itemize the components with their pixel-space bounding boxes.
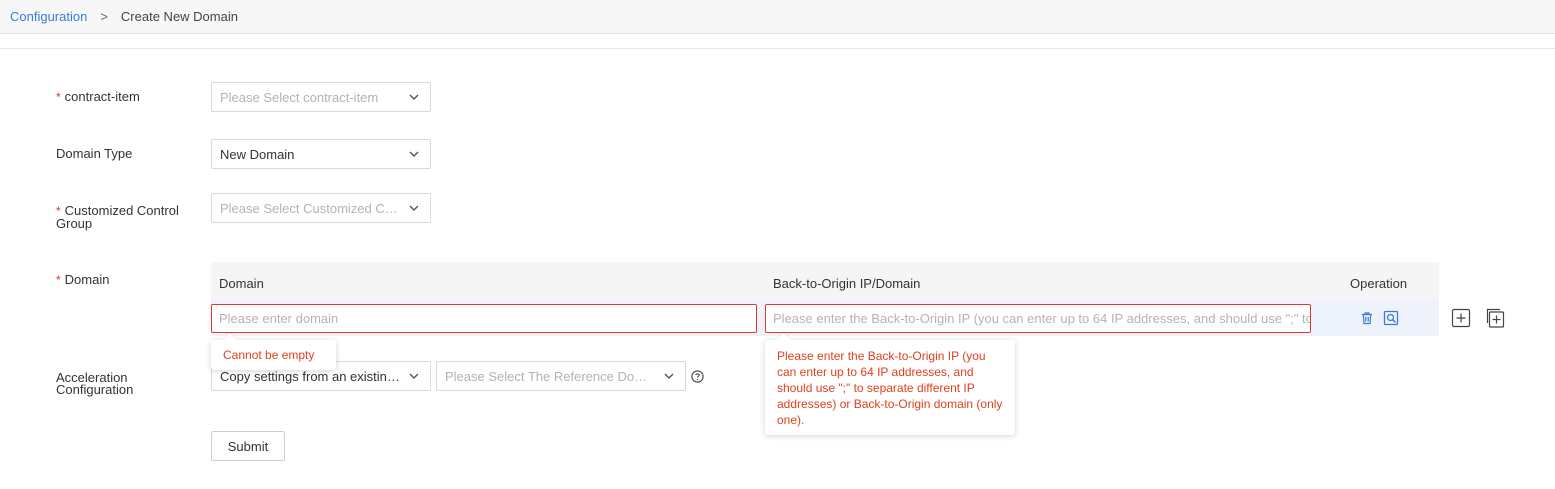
chevron-down-icon <box>664 373 674 379</box>
breadcrumb: Configuration > Create New Domain <box>10 9 238 24</box>
chevron-down-icon <box>409 373 419 379</box>
control-group-placeholder: Please Select Customized Con... <box>220 200 402 216</box>
column-header-domain: Domain <box>219 276 264 291</box>
required-asterisk: * <box>56 273 61 287</box>
contract-item-label-text: contract-item <box>64 89 140 104</box>
acceleration-mode-value: Copy settings from an existing... <box>220 368 402 384</box>
domain-label-text: Domain <box>64 272 110 287</box>
breadcrumb-configuration-link[interactable]: Configuration <box>10 9 87 24</box>
origin-error-tooltip: Please enter the Back-to-Origin IP (you … <box>765 340 1015 435</box>
chevron-down-icon <box>409 205 419 211</box>
domain-label: * Domain <box>56 273 109 287</box>
origin-error-text: Please enter the Back-to-Origin IP (you … <box>777 349 1003 427</box>
inspect-row-button[interactable] <box>1382 309 1400 327</box>
breadcrumb-separator: > <box>100 9 108 24</box>
column-header-operation: Operation <box>1350 276 1408 291</box>
copy-add-icon <box>1486 308 1505 328</box>
batch-add-button[interactable] <box>1483 307 1505 329</box>
domain-error-tooltip: Cannot be empty <box>211 340 336 370</box>
control-group-select[interactable]: Please Select Customized Con... <box>211 193 431 223</box>
add-row-button[interactable] <box>1450 307 1471 328</box>
help-circle-icon <box>690 369 704 383</box>
domain-type-label: Domain Type <box>56 146 133 161</box>
origin-input-placeholder: Please enter the Back-to-Origin IP (you … <box>773 311 1310 326</box>
domain-table-header: Domain Back-to-Origin IP/Domain Operatio… <box>211 262 1439 300</box>
required-asterisk: * <box>56 90 61 104</box>
breadcrumb-current: Create New Domain <box>120 9 238 24</box>
contract-item-label: * contract-item <box>56 90 140 104</box>
domain-input-placeholder: Please enter domain <box>219 311 339 326</box>
domain-input[interactable]: Please enter domain <box>211 304 757 333</box>
plus-square-icon <box>1451 308 1470 327</box>
header-divider <box>0 48 1555 49</box>
acceleration-label-line2: Configuration <box>56 382 134 397</box>
reference-domain-placeholder: Please Select The Reference Domain <box>445 368 657 384</box>
help-button[interactable] <box>690 369 704 383</box>
chevron-down-icon <box>409 94 419 100</box>
origin-input[interactable]: Please enter the Back-to-Origin IP (you … <box>765 304 1311 333</box>
contract-item-placeholder: Please Select contract-item <box>220 89 379 105</box>
control-group-label-line2: Group <box>56 216 93 231</box>
column-header-origin: Back-to-Origin IP/Domain <box>773 276 921 291</box>
domain-type-select[interactable]: New Domain <box>211 139 431 169</box>
domain-type-value: New Domain <box>220 146 295 162</box>
delete-row-button[interactable] <box>1359 310 1375 326</box>
contract-item-select[interactable]: Please Select contract-item <box>211 82 431 112</box>
trash-icon <box>1362 312 1372 325</box>
chevron-down-icon <box>409 151 419 157</box>
top-bar: Configuration > Create New Domain <box>0 0 1555 34</box>
search-doc-icon <box>1383 310 1399 326</box>
reference-domain-select[interactable]: Please Select The Reference Domain <box>436 361 686 391</box>
submit-button[interactable]: Submit <box>211 431 285 461</box>
domain-error-text: Cannot be empty <box>223 348 315 362</box>
